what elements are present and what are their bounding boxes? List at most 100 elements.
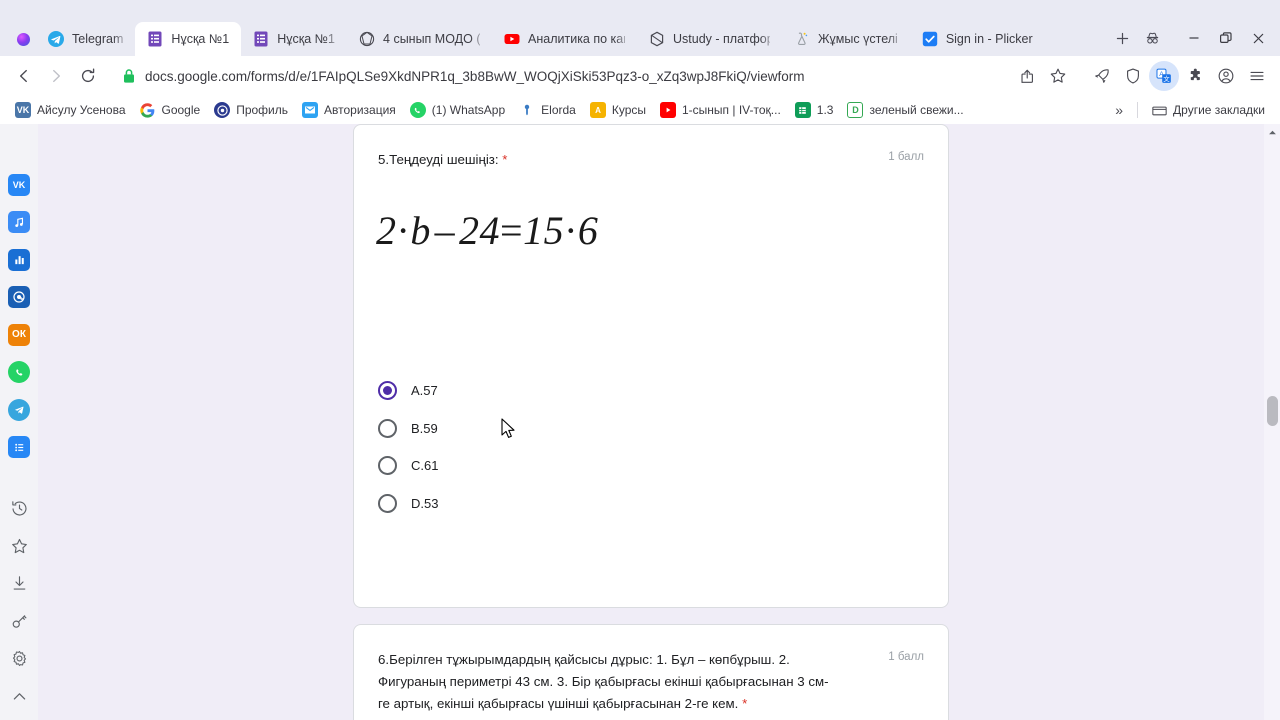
sidebar-item-whatsapp[interactable] [0, 354, 38, 392]
radio-button-b[interactable] [378, 418, 397, 438]
shield-icon[interactable] [1118, 61, 1148, 91]
tab-label: Аналитика по кан [528, 32, 626, 46]
tab-modo[interactable]: 4 сынып МОДО ( [347, 22, 493, 56]
question-title-text: 5.Теңдеуді шешіңіз: [378, 152, 499, 167]
translate-icon[interactable]: A 文 [1149, 61, 1179, 91]
sidebar-item-telegram[interactable] [0, 391, 38, 429]
bookmark-sheets[interactable]: 1.3 [788, 99, 841, 121]
youtube-icon [660, 102, 676, 118]
radio-button-a[interactable] [378, 381, 397, 401]
sidebar-item-history[interactable] [0, 490, 38, 528]
profile-circle-icon [214, 102, 231, 118]
bookmark-whatsapp[interactable]: (1) WhatsApp [403, 99, 512, 121]
new-tab-button[interactable] [1108, 24, 1136, 52]
menu-icon[interactable] [1242, 61, 1272, 91]
sidebar-item-passwords[interactable] [0, 603, 38, 641]
address-bar[interactable]: docs.google.com/forms/d/e/1FAIpQLSe9XkdN… [114, 61, 1006, 91]
google-forms-icon [254, 31, 268, 47]
other-bookmarks-folder[interactable]: Другие закладки [1144, 99, 1272, 121]
history-icon [11, 501, 27, 516]
browser-sidebar: VK ОК [0, 124, 38, 720]
option-b[interactable]: B.59 [378, 410, 924, 448]
option-label: C.61 [411, 458, 439, 474]
youtube-icon [504, 34, 520, 44]
bookmark-kursy[interactable]: A Курсы [583, 99, 653, 121]
tab-ustudy[interactable]: Ustudy - платфор [637, 22, 783, 56]
gear-icon [12, 651, 26, 667]
radio-button-d[interactable] [378, 493, 397, 513]
rocket-icon[interactable] [1087, 61, 1117, 91]
sidebar-item-ok[interactable]: ОК [0, 316, 38, 354]
bookmark-profile[interactable]: Профиль [207, 99, 295, 121]
reload-icon[interactable] [72, 60, 104, 92]
telegram-icon [8, 398, 30, 421]
bookmark-label: Elorda [541, 103, 576, 117]
question-card-6: 6.Берілген тұжырымдардың қайсысы дұрыс: … [353, 624, 949, 720]
download-icon [13, 576, 25, 590]
google-forms-icon [148, 31, 162, 47]
extensions-icon[interactable] [1180, 61, 1210, 91]
svg-text:文: 文 [1163, 74, 1170, 83]
scrollbar-thumb[interactable] [1267, 396, 1278, 426]
auth-icon [302, 102, 319, 118]
whatsapp-icon [8, 361, 30, 384]
toolbar-actions: A 文 [1012, 61, 1272, 91]
option-a[interactable]: A.57 [378, 372, 924, 410]
bookmark-vk[interactable]: VK Айсулу Усенова [8, 99, 133, 121]
tab-plickers[interactable]: Sign in - Plickers [910, 22, 1045, 56]
sidebar-item-bookmarks[interactable] [0, 528, 38, 566]
sidebar-item-music[interactable] [0, 204, 38, 242]
maximize-button[interactable] [1210, 23, 1242, 53]
question-card-5: 5.Теңдеуді шешіңіз: * 1 балл 2·b – 24=15… [353, 124, 949, 608]
sidebar-item-stats[interactable] [0, 241, 38, 279]
tab-label: Sign in - Plickers [945, 32, 1033, 46]
tab-nusqa-1[interactable]: Нұсқа №1 [241, 22, 348, 56]
sidebar-item-vk[interactable]: VK [0, 166, 38, 204]
answer-options: A.57 B.59 C.61 D.53 [354, 372, 948, 548]
sidebar-item-downloads[interactable] [0, 565, 38, 603]
bookmark-google[interactable]: Google [133, 99, 208, 121]
minimize-button[interactable] [1178, 23, 1210, 53]
bookmark-elorda[interactable]: Elorda [512, 99, 583, 121]
bookmark-star-icon[interactable] [1043, 61, 1073, 91]
chevron-up-icon [13, 692, 25, 700]
bar-chart-icon [8, 248, 30, 271]
bookmarks-overflow-button[interactable]: » [1107, 99, 1131, 121]
forward-arrow-icon[interactable] [40, 60, 72, 92]
eq-term-6: 6 [577, 208, 599, 253]
telegram-icon [48, 31, 64, 47]
bookmark-authorization[interactable]: Авторизация [295, 99, 403, 121]
sidebar-item-list[interactable] [0, 429, 38, 467]
sidebar-item-mail[interactable] [0, 279, 38, 317]
tab-analytics[interactable]: Аналитика по кан [492, 22, 638, 56]
list-icon [8, 436, 30, 459]
option-c[interactable]: C.61 [378, 447, 924, 485]
sidebar-item-collapse[interactable] [0, 678, 38, 716]
tab-nusqa-1-active[interactable]: Нұсқа №1 [135, 22, 242, 56]
scroll-up-arrow-icon[interactable] [1264, 124, 1280, 140]
bookmarks-bar: VK Айсулу Усенова Google Профиль Авториз… [0, 96, 1280, 124]
tab-telegram[interactable]: Telegram [36, 22, 136, 56]
question-title: 6.Берілген тұжырымдардың қайсысы дұрыс: … [378, 649, 838, 715]
mail-at-icon [8, 286, 30, 309]
profile-icon[interactable] [1211, 61, 1241, 91]
share-icon[interactable] [1012, 61, 1042, 91]
equation-text: 2·b – 24=15·6 [376, 207, 948, 254]
option-d[interactable]: D.53 [378, 485, 924, 523]
bookmark-label: Google [161, 103, 201, 117]
incognito-icon[interactable] [1138, 24, 1166, 52]
desktop-icon [798, 32, 808, 45]
back-arrow-icon[interactable] [8, 60, 40, 92]
tab-desktop[interactable]: Жұмыс үстелі [782, 22, 910, 56]
bookmark-green-fresh[interactable]: D зеленый свежи... [840, 99, 970, 121]
bookmark-youtube[interactable]: 1-сынып | IV-тоқ... [653, 99, 788, 121]
question-header: 6.Берілген тұжырымдардың қайсысы дұрыс: … [354, 625, 948, 715]
sidebar-item-settings[interactable] [0, 640, 38, 678]
whatsapp-icon [409, 102, 426, 118]
close-button[interactable] [1242, 23, 1274, 53]
radio-button-c[interactable] [378, 456, 397, 476]
page-scrollbar[interactable] [1264, 124, 1280, 720]
question-title-text: 6.Берілген тұжырымдардың қайсысы дұрыс: … [378, 652, 829, 711]
page-viewport: VK ОК 5.Теңдеуді шешіңіз: * 1 балл 2·b –… [0, 124, 1280, 720]
doc-icon: D [847, 102, 864, 118]
